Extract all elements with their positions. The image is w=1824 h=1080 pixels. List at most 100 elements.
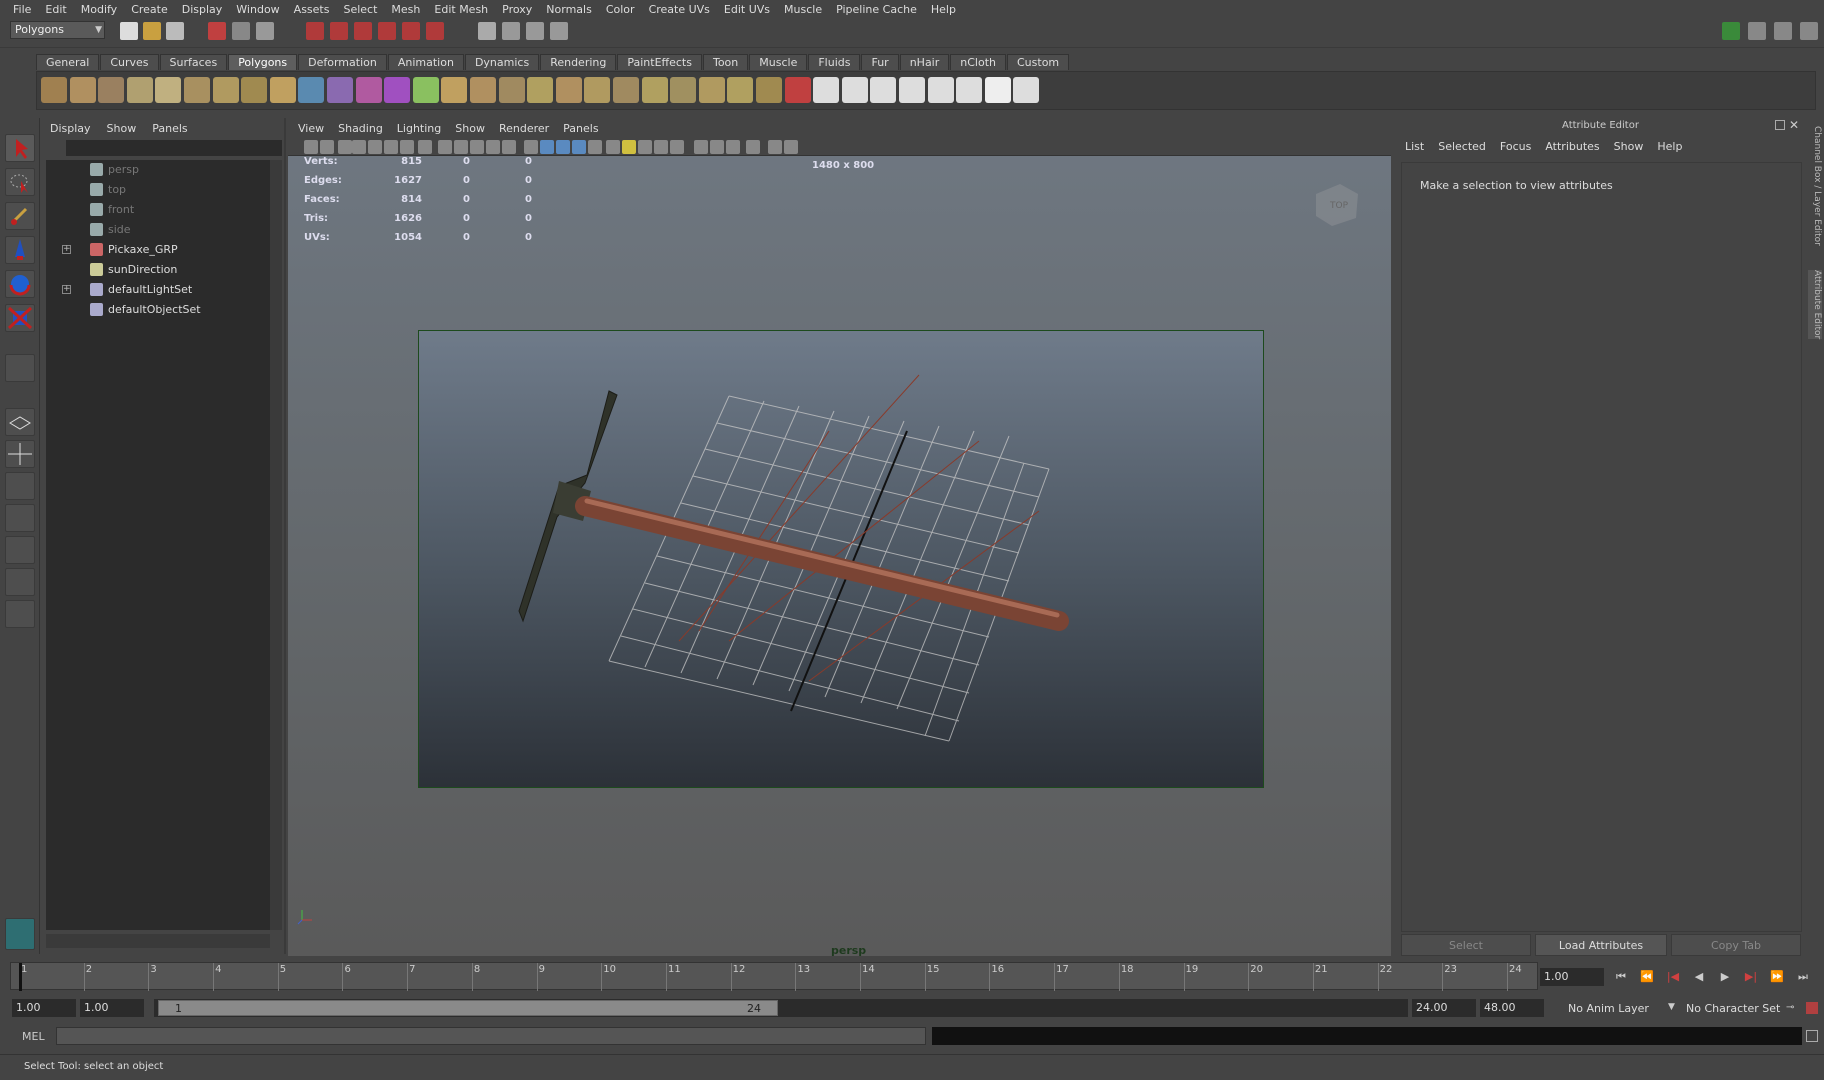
outliner-item-defaultobjectset[interactable]: defaultObjectSet (46, 300, 270, 319)
depth-of-field-icon[interactable] (670, 140, 684, 154)
hypershade-layout-icon[interactable] (5, 536, 35, 564)
shelf-sphere-icon[interactable] (41, 77, 67, 103)
shelf-planar-map-icon[interactable] (841, 77, 868, 103)
attribute-menu-list[interactable]: List (1405, 140, 1424, 153)
snap-surface-icon[interactable] (402, 22, 420, 40)
shelf-tab-deformation[interactable]: Deformation (298, 54, 387, 70)
shelf-poke-icon[interactable] (756, 77, 782, 103)
select-component-icon[interactable] (256, 22, 274, 40)
shelf-split-icon[interactable] (527, 77, 554, 103)
step-forward-key-icon[interactable]: ⏩ (1770, 970, 1784, 984)
outliner-vertical-scrollbar[interactable] (270, 160, 282, 930)
menu-set-dropdown[interactable]: Polygons ▼ (10, 21, 105, 39)
shelf-duplicate-face-icon[interactable] (813, 77, 840, 103)
shelf-tab-painteffects[interactable]: PaintEffects (617, 54, 702, 70)
outliner-item-top[interactable]: top (46, 180, 270, 199)
shelf-booleans-icon[interactable] (384, 77, 411, 103)
shelf-tab-nhair[interactable]: nHair (899, 54, 950, 70)
xray-joints-icon[interactable] (746, 140, 760, 154)
snap-live-icon[interactable] (426, 22, 444, 40)
shelf-separate-icon[interactable] (327, 77, 353, 103)
outliner-item-persp[interactable]: persp (46, 160, 270, 179)
grease-pencil-icon[interactable] (384, 140, 398, 154)
shelf-tab-fluids[interactable]: Fluids (808, 54, 861, 70)
tab-channel-box[interactable]: Channel Box / Layer Editor (1808, 126, 1822, 246)
resolution-gate-icon[interactable] (438, 140, 452, 154)
key-icon[interactable]: ⊸ (1786, 1002, 1794, 1013)
shelf-tab-fur[interactable]: Fur (861, 54, 899, 70)
menu-mesh[interactable]: Mesh (384, 3, 427, 16)
lock-camera-icon[interactable] (320, 140, 334, 154)
animation-end-field[interactable]: 48.00 (1480, 999, 1544, 1017)
command-input[interactable] (56, 1027, 926, 1045)
character-set-dropdown[interactable]: No Character Set (1686, 1002, 1780, 1015)
paint-select-tool-icon[interactable] (5, 202, 35, 230)
close-icon[interactable]: ✕ (1789, 118, 1799, 132)
scale-tool-icon[interactable] (5, 304, 35, 332)
shelf-tab-polygons[interactable]: Polygons (228, 54, 298, 70)
show-modeling-toolkit-icon[interactable] (1722, 22, 1740, 40)
time-slider-bar[interactable]: 1 2 3 4 5 6 7 8 9 10 11 12 13 14 15 16 17 18 19 20 21 22 23 24 (10, 962, 1538, 991)
save-scene-icon[interactable] (166, 22, 184, 40)
render-settings-icon[interactable] (550, 22, 568, 40)
show-channel-box-icon[interactable] (1800, 22, 1818, 40)
snap-grid-icon[interactable] (306, 22, 324, 40)
menu-muscle[interactable]: Muscle (777, 3, 829, 16)
xray-active-icon[interactable] (726, 140, 740, 154)
attribute-menu-selected[interactable]: Selected (1438, 140, 1486, 153)
menu-normals[interactable]: Normals (539, 3, 599, 16)
ipr-render-icon[interactable] (526, 22, 544, 40)
textured-icon[interactable] (572, 140, 586, 154)
menu-edit-mesh[interactable]: Edit Mesh (427, 3, 495, 16)
shelf-average-icon[interactable] (441, 77, 468, 103)
shelf-extract-icon[interactable] (355, 77, 382, 103)
attribute-menu-help[interactable]: Help (1657, 140, 1682, 153)
outliner-item-front[interactable]: front (46, 200, 270, 219)
grid-icon[interactable] (400, 140, 414, 154)
bookmarks-icon[interactable] (338, 140, 352, 154)
screen-space-ao-icon[interactable] (622, 140, 636, 154)
outliner-item-defaultlightset[interactable]: + defaultLightSet (46, 280, 270, 299)
isolate-select-icon[interactable] (694, 140, 708, 154)
copy-tab-button[interactable]: Copy Tab (1671, 934, 1801, 956)
gate-mask-icon[interactable] (454, 140, 468, 154)
shelf-torus-icon[interactable] (184, 77, 210, 103)
playback-end-field[interactable]: 24.00 (1412, 999, 1476, 1017)
image-plane-icon[interactable] (352, 140, 366, 154)
menu-modify[interactable]: Modify (74, 3, 124, 16)
viewport-menu-lighting[interactable]: Lighting (397, 122, 441, 135)
uv-layout-icon[interactable] (5, 568, 35, 596)
menu-pipeline-cache[interactable]: Pipeline Cache (829, 3, 924, 16)
lasso-tool-icon[interactable] (5, 168, 35, 196)
outliner-search-input[interactable] (66, 140, 282, 156)
shelf-collapse-icon[interactable] (727, 77, 754, 103)
shelf-plane-icon[interactable] (155, 77, 182, 103)
menu-display[interactable]: Display (175, 3, 230, 16)
outliner-horizontal-scrollbar[interactable] (46, 934, 270, 948)
attribute-menu-attributes[interactable]: Attributes (1545, 140, 1599, 153)
shelf-tab-curves[interactable]: Curves (100, 54, 159, 70)
rotate-tool-icon[interactable] (5, 270, 35, 298)
expand-icon[interactable]: + (62, 285, 71, 294)
graph-layout-icon[interactable] (5, 504, 35, 532)
shelf-combine-icon[interactable] (298, 77, 325, 103)
shelf-cylindrical-map-icon[interactable] (870, 77, 897, 103)
select-hierarchy-icon[interactable] (208, 22, 226, 40)
preferences-icon[interactable] (1806, 1002, 1818, 1014)
outliner-item-pickaxe-grp[interactable]: + Pickaxe_GRP (46, 240, 270, 259)
outliner-menu-panels[interactable]: Panels (152, 122, 187, 135)
current-frame-field[interactable]: 1.00 (1540, 968, 1604, 986)
snap-point-icon[interactable] (354, 22, 372, 40)
field-chart-icon[interactable] (470, 140, 484, 154)
shelf-fill-hole-icon[interactable] (470, 77, 496, 103)
viewport-menu-show[interactable]: Show (455, 122, 485, 135)
move-tool-icon[interactable] (5, 236, 35, 264)
select-tool-icon[interactable] (5, 134, 35, 162)
single-perspective-layout-icon[interactable] (5, 408, 35, 436)
shelf-texture-icon[interactable] (1013, 77, 1040, 103)
four-view-layout-icon[interactable] (5, 440, 35, 468)
expand-icon[interactable]: + (62, 245, 71, 254)
shelf-tab-general[interactable]: General (36, 54, 100, 70)
menu-select[interactable]: Select (336, 3, 384, 16)
select-camera-icon[interactable] (304, 140, 318, 154)
